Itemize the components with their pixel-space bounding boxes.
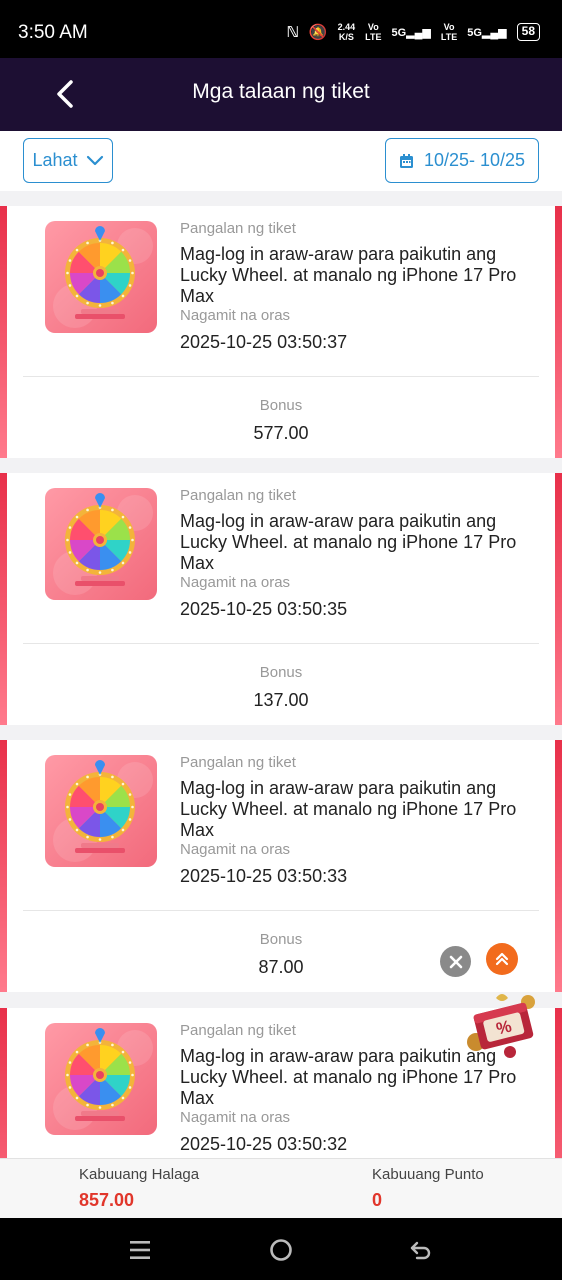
double-chevron-up-icon [495,952,509,966]
page-title: Mga talaan ng tiket [192,80,370,103]
used-time-label: Nagamit na oras [180,574,291,591]
nfc-icon: ℕ [286,24,299,41]
lucky-wheel-icon [45,221,157,333]
lucky-wheel-icon [45,1023,157,1135]
system-nav-bar [0,1218,562,1280]
total-amount-value: 857.00 [79,1190,135,1210]
total-points-value: 0 [372,1190,383,1210]
battery-icon: 58 [516,23,540,41]
used-time-label: Nagamit na oras [180,307,291,324]
card-divider [23,910,539,911]
scroll-top-button[interactable] [486,943,518,975]
volte-2-bottom: LTE [440,32,458,42]
used-time: 2025-10-25 03:50:33 [180,866,348,886]
ticket-name-label: Pangalan ng tiket [180,487,296,504]
volte-2: Vo LTE [441,22,457,42]
nav-back-button[interactable] [401,1230,441,1270]
ticket-name-label: Pangalan ng tiket [180,754,296,771]
used-time: 2025-10-25 03:50:32 [180,1134,348,1154]
bonus-value: 87.00 [258,957,304,977]
bonus-label: Bonus [259,664,303,681]
used-time-label: Nagamit na oras [180,841,291,858]
calendar-icon [399,153,413,168]
lucky-wheel-icon [45,488,157,600]
filter-bar: Lahat 10/25- 10/25 [0,131,562,191]
used-time: 2025-10-25 03:50:35 [180,599,348,619]
chevron-down-icon [86,155,103,165]
volte-1-bottom: LTE [365,32,382,42]
lucky-wheel-icon [45,755,157,867]
app-header: Mga talaan ng tiket [0,58,562,131]
data-speed: 2.44 K/S [338,22,356,42]
used-time-label: Nagamit na oras [180,1109,291,1126]
category-filter-select[interactable]: Lahat [23,138,113,183]
bonus-value: 577.00 [253,423,309,443]
ticket-name: Mag-log in araw-araw para paikutin ang L… [180,511,517,573]
bonus-label: Bonus [259,931,303,948]
mute-bell-icon: 🔕 [308,24,328,41]
gift-box-icon: % [467,994,535,1058]
date-range-value: 10/25- 10/25 [423,150,526,170]
ticket-name-label: Pangalan ng tiket [180,220,296,237]
volte-1-top: Vo [367,22,379,32]
close-float-button[interactable] [440,946,471,977]
total-points-label: Kabuuang Punto [372,1166,484,1183]
status-time: 3:50 AM [18,22,88,43]
menu-lines-icon [130,1241,150,1259]
data-speed-value: 2.44 [337,22,356,32]
signal-1-label: 5G [391,26,407,39]
data-speed-unit: K/S [338,32,354,42]
date-range-button[interactable]: 10/25- 10/25 [385,138,539,183]
volte-2-top: Vo [443,22,455,32]
bonus-value: 137.00 [253,690,309,710]
card-divider [23,376,539,377]
ticket-name-label: Pangalan ng tiket [180,1022,296,1039]
volte-1: Vo LTE [365,22,381,42]
ticket-name: Mag-log in araw-araw para paikutin ang L… [180,244,517,306]
home-circle-icon [270,1239,292,1261]
bonus-label: Bonus [259,397,303,414]
signal-2-icon: 5G▂▄▆ [467,26,507,39]
close-icon [449,955,462,968]
back-arrow-icon [410,1241,431,1260]
promo-gift-button[interactable]: % [462,990,546,1062]
ticket-card[interactable]: Pangalan ng tiket Mag-log in araw-araw p… [0,740,562,992]
signal-1-icon: 5G▂▄▆ [391,26,431,39]
summary-bar: Kabuuang Halaga 857.00 Kabuuang Punto 0 [0,1158,562,1218]
status-bar: 3:50 AM ℕ 🔕 2.44 K/S Vo LTE 5G▂▄▆ Vo LTE… [0,0,562,58]
used-time: 2025-10-25 03:50:37 [180,332,348,352]
card-divider [23,643,539,644]
nav-home-button[interactable] [261,1230,301,1270]
category-filter-value: Lahat [32,150,78,170]
status-icons: ℕ 🔕 2.44 K/S Vo LTE 5G▂▄▆ Vo LTE 5G▂▄▆ 5… [286,22,540,42]
ticket-card[interactable]: Pangalan ng tiket Mag-log in araw-araw p… [0,473,562,725]
ticket-name: Mag-log in araw-araw para paikutin ang L… [180,778,517,840]
total-amount-label: Kabuuang Halaga [79,1166,200,1183]
ticket-card[interactable]: Pangalan ng tiket Mag-log in araw-araw p… [0,206,562,458]
signal-2-label: 5G [467,26,482,39]
nav-recents-button[interactable] [120,1230,160,1270]
